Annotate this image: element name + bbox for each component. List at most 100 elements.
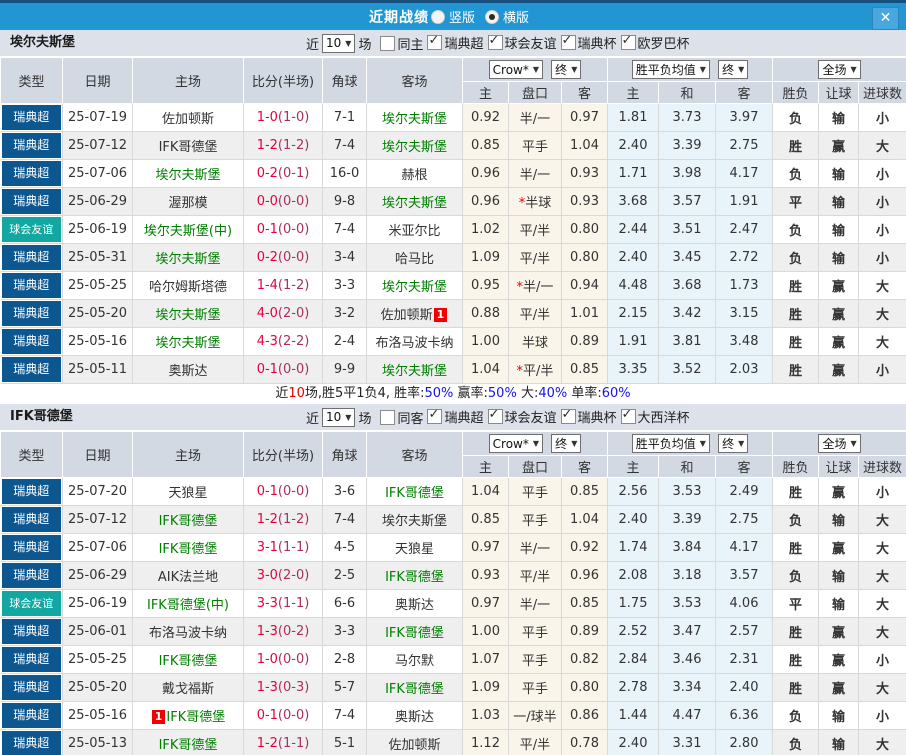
league-checkbox[interactable]: 球会友谊 bbox=[487, 407, 557, 426]
score-cell: 3-0(2-0) bbox=[243, 561, 323, 590]
league-checkbox[interactable]: 欧罗巴杯 bbox=[620, 33, 690, 52]
same-venue-checkbox[interactable]: 同主 bbox=[380, 34, 423, 53]
match-type-tag: 瑞典超 bbox=[1, 535, 61, 560]
same-venue-checkbox[interactable]: 同客 bbox=[380, 408, 423, 427]
col-header-type: 类型 bbox=[0, 431, 63, 478]
fulltime-score: 1-3 bbox=[256, 624, 278, 639]
match-type-tag: 球会友谊 bbox=[1, 591, 61, 616]
result-cell: 胜 bbox=[772, 271, 820, 300]
score-cell: 1-2(1-2) bbox=[243, 505, 323, 534]
handicap-cell: 平手 bbox=[508, 131, 562, 160]
league-checkbox[interactable]: 瑞典超 bbox=[427, 33, 484, 52]
avg-time-select[interactable]: 终 ▼ bbox=[718, 60, 749, 79]
away-team-cell: 埃尔夫斯堡 bbox=[366, 103, 463, 132]
handicap-time-select[interactable]: 终 ▼ bbox=[551, 433, 582, 453]
date-cell: 25-06-29 bbox=[62, 187, 133, 216]
titlebar: 近期战绩 竖版 横版 ✕ bbox=[0, 0, 906, 30]
close-button[interactable]: ✕ bbox=[872, 7, 899, 30]
chevron-down-icon: ▼ bbox=[345, 38, 352, 48]
checkbox-icon[interactable] bbox=[487, 33, 503, 50]
score-cell: 0-2(0-0) bbox=[243, 243, 323, 272]
layout-horizontal-radio[interactable]: 横版 bbox=[485, 7, 537, 26]
avg-home-odds: 2.56 bbox=[607, 477, 659, 506]
corner-cell: 3-3 bbox=[322, 617, 367, 646]
checkbox-icon[interactable] bbox=[380, 409, 396, 425]
checkbox-icon[interactable] bbox=[487, 407, 503, 424]
avg-away-odds: 1.91 bbox=[715, 187, 774, 216]
scope-select[interactable]: 全场 ▼ bbox=[818, 60, 861, 79]
corner-cell: 9-8 bbox=[322, 187, 367, 216]
handicap-cell: *半球 bbox=[508, 187, 562, 216]
handicap-home-odds: 0.88 bbox=[462, 299, 509, 328]
away-team-cell: IFK哥德堡 bbox=[366, 561, 463, 590]
sub-header-handicap-home: 主 bbox=[462, 81, 509, 104]
handicap-home-odds: 0.96 bbox=[462, 159, 509, 188]
summary-part: 50% bbox=[424, 386, 454, 401]
league-checkbox[interactable]: 球会友谊 bbox=[487, 33, 557, 52]
corner-cell: 4-5 bbox=[322, 533, 367, 562]
summary-part: 大: bbox=[516, 386, 539, 401]
checkbox-icon[interactable] bbox=[560, 33, 576, 50]
same-venue-label: 同客 bbox=[397, 411, 424, 427]
result-cell: 负 bbox=[772, 243, 820, 272]
handicap-home-odds: 1.03 bbox=[462, 701, 509, 730]
home-team-name: 奥斯达 bbox=[168, 364, 208, 379]
match-type-cell: 瑞典超 bbox=[0, 131, 63, 160]
handicap-home-odds: 0.85 bbox=[462, 131, 509, 160]
halftime-score: (1-2) bbox=[277, 138, 310, 153]
checkbox-icon[interactable] bbox=[380, 35, 396, 51]
radio-icon-vertical[interactable] bbox=[430, 9, 445, 24]
let-result-cell: 输 bbox=[818, 505, 860, 534]
date-cell: 25-05-13 bbox=[62, 729, 133, 755]
avg-time-select[interactable]: 终 ▼ bbox=[718, 434, 749, 453]
card-badge: 1 bbox=[433, 308, 448, 322]
fulltime-score: 4-3 bbox=[256, 334, 278, 349]
checkbox-icon[interactable] bbox=[560, 407, 576, 424]
fulltime-score: 0-0 bbox=[256, 194, 278, 209]
avg-away-odds: 2.31 bbox=[715, 645, 774, 674]
handicap-home-odds: 1.12 bbox=[462, 729, 509, 755]
match-count-value: 10 bbox=[326, 410, 342, 424]
date-cell: 25-06-19 bbox=[62, 589, 133, 618]
away-team-cell: IFK哥德堡 bbox=[366, 617, 463, 646]
handicap-home-odds: 1.00 bbox=[462, 327, 509, 356]
let-result-cell: 赢 bbox=[818, 617, 860, 646]
league-checkbox[interactable]: 瑞典杯 bbox=[560, 33, 617, 52]
let-result-cell: 赢 bbox=[818, 645, 860, 674]
avg-draw-odds: 3.98 bbox=[658, 159, 716, 188]
league-checkbox[interactable]: 瑞典杯 bbox=[560, 407, 617, 426]
home-team-name: 佐加顿斯 bbox=[161, 112, 214, 127]
chevron-down-icon: ▼ bbox=[571, 438, 578, 448]
away-team-cell: 布洛马波卡纳 bbox=[366, 327, 463, 356]
match-row: 瑞典超 25-07-19 佐加顿斯 1-0(1-0) 7-1 埃尔夫斯堡 0.92 半/一 0.… bbox=[0, 103, 906, 132]
avg-home-odds: 2.15 bbox=[607, 299, 659, 328]
checkbox-icon[interactable] bbox=[427, 33, 443, 50]
result-cell: 胜 bbox=[772, 327, 820, 356]
away-team-cell: 埃尔夫斯堡 bbox=[366, 355, 463, 384]
checkbox-icon[interactable] bbox=[620, 407, 636, 424]
league-checkbox[interactable]: 瑞典超 bbox=[427, 407, 484, 426]
layout-vertical-radio[interactable]: 竖版 bbox=[430, 7, 483, 26]
avg-odds-select[interactable]: 胜平负均值 ▼ bbox=[631, 60, 710, 79]
handicap-time-select[interactable]: 终 ▼ bbox=[551, 59, 582, 79]
avg-odds-select[interactable]: 胜平负均值 ▼ bbox=[631, 434, 710, 453]
radio-icon-horizontal[interactable] bbox=[485, 9, 499, 24]
avg-home-odds: 1.81 bbox=[607, 103, 659, 132]
home-team-name: 渥那模 bbox=[168, 196, 208, 211]
checkbox-icon[interactable] bbox=[427, 407, 443, 424]
match-count-select[interactable]: 10 ▼ bbox=[322, 33, 356, 53]
match-count-select[interactable]: 10 ▼ bbox=[322, 407, 356, 427]
odds-company-select[interactable]: Crow* ▼ bbox=[488, 434, 544, 454]
odds-company-select[interactable]: Crow* ▼ bbox=[488, 60, 544, 80]
col-header-date: 日期 bbox=[62, 431, 133, 478]
chevron-down-icon: ▼ bbox=[850, 65, 857, 74]
league-checkbox[interactable]: 大西洋杯 bbox=[620, 407, 690, 426]
checkbox-icon[interactable] bbox=[620, 33, 636, 50]
handicap-home-odds: 0.95 bbox=[462, 271, 509, 300]
away-team-name: 埃尔夫斯堡 bbox=[381, 514, 447, 529]
chevron-down-icon: ▼ bbox=[532, 65, 540, 75]
scope-select[interactable]: 全场 ▼ bbox=[818, 434, 861, 453]
result-cell: 平 bbox=[772, 589, 820, 618]
handicap-cell: *平/半 bbox=[508, 355, 562, 384]
halftime-score: (0-0) bbox=[277, 484, 310, 499]
